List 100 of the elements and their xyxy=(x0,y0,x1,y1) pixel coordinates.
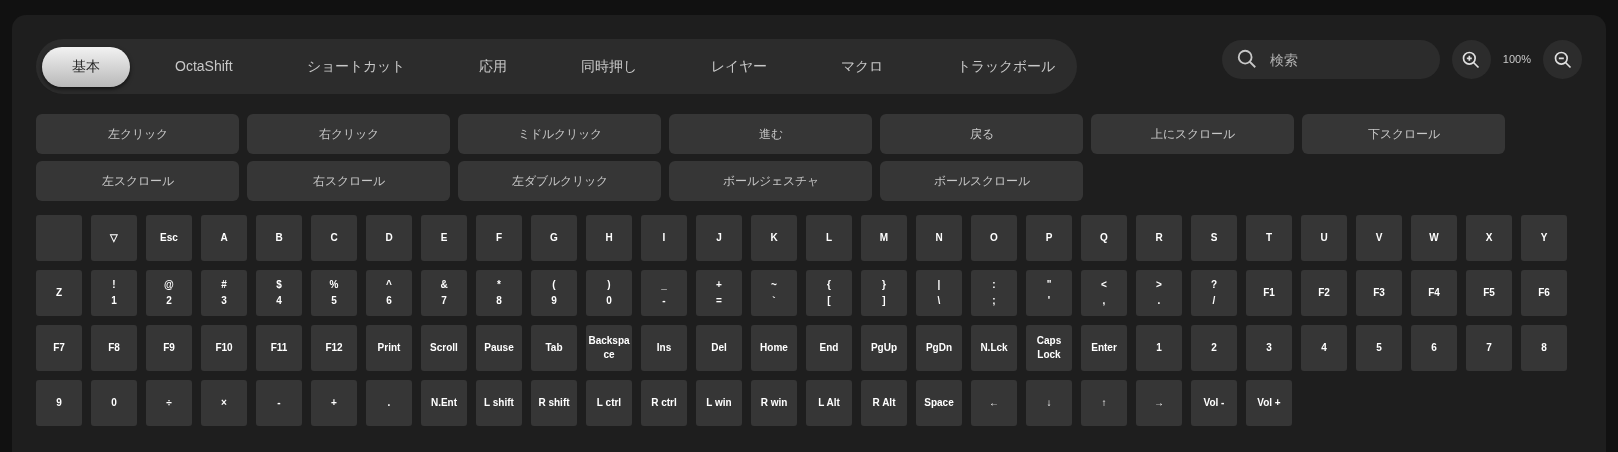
key[interactable]: W xyxy=(1411,215,1457,261)
zoom-out-button[interactable] xyxy=(1543,40,1582,79)
key[interactable]: V xyxy=(1356,215,1402,261)
key[interactable]: ← xyxy=(971,380,1017,426)
tab[interactable]: レイヤー xyxy=(673,46,804,87)
tab[interactable]: 応用 xyxy=(441,46,544,87)
key[interactable]: L Alt xyxy=(806,380,852,426)
key[interactable]: L shift xyxy=(476,380,522,426)
key[interactable]: ↑ xyxy=(1081,380,1127,426)
key[interactable]: F2 xyxy=(1301,270,1347,316)
key[interactable]: ↓ xyxy=(1026,380,1072,426)
mouse-action-button[interactable]: 左クリック xyxy=(36,114,239,154)
key[interactable]: Print xyxy=(366,325,412,371)
tab[interactable]: ショートカット xyxy=(269,46,442,87)
mouse-action-button[interactable]: ミドルクリック xyxy=(458,114,661,154)
key[interactable]: I xyxy=(641,215,687,261)
key[interactable]: Backspace xyxy=(586,325,632,371)
key[interactable]: D xyxy=(366,215,412,261)
key[interactable]: M xyxy=(861,215,907,261)
key[interactable]: Tab xyxy=(531,325,577,371)
key[interactable]: : ; xyxy=(971,270,1017,316)
key[interactable]: F4 xyxy=(1411,270,1457,316)
key[interactable]: 7 xyxy=(1466,325,1512,371)
key[interactable]: - xyxy=(256,380,302,426)
key[interactable]: Pause xyxy=(476,325,522,371)
key[interactable]: F xyxy=(476,215,522,261)
key[interactable]: ? / xyxy=(1191,270,1237,316)
mouse-action-button[interactable]: ボールスクロール xyxy=(880,161,1083,201)
tab[interactable]: トラックボール xyxy=(919,46,1092,87)
tab[interactable]: OctaShift xyxy=(138,46,270,87)
search-field[interactable]: 検索 xyxy=(1221,40,1440,79)
key[interactable]: | \ xyxy=(916,270,962,316)
key[interactable]: & 7 xyxy=(421,270,467,316)
key[interactable]: " ' xyxy=(1026,270,1072,316)
key[interactable]: . xyxy=(366,380,412,426)
key[interactable]: Enter xyxy=(1081,325,1127,371)
key[interactable]: F11 xyxy=(256,325,302,371)
key[interactable]: 5 xyxy=(1356,325,1402,371)
key[interactable]: $ 4 xyxy=(256,270,302,316)
key[interactable]: Vol - xyxy=(1191,380,1237,426)
key[interactable]: 2 xyxy=(1191,325,1237,371)
key[interactable]: R win xyxy=(751,380,797,426)
key[interactable]: Space xyxy=(916,380,962,426)
key[interactable]: L ctrl xyxy=(586,380,632,426)
key[interactable]: * 8 xyxy=(476,270,522,316)
key[interactable]: Ins xyxy=(641,325,687,371)
key[interactable]: Scroll xyxy=(421,325,467,371)
key[interactable]: PgDn xyxy=(916,325,962,371)
key[interactable]: + xyxy=(311,380,357,426)
zoom-in-button[interactable] xyxy=(1451,40,1491,79)
key[interactable]: ▽ xyxy=(91,215,137,261)
key[interactable]: F6 xyxy=(1521,270,1567,316)
key[interactable]: Y xyxy=(1521,215,1567,261)
key[interactable]: { [ xyxy=(806,270,852,316)
key[interactable]: 3 xyxy=(1246,325,1292,371)
mouse-action-button[interactable]: 左スクロール xyxy=(36,161,239,201)
key[interactable]: 0 xyxy=(91,380,137,426)
key[interactable]: Caps Lock xyxy=(1026,325,1072,371)
key[interactable]: B xyxy=(256,215,302,261)
key[interactable]: X xyxy=(1466,215,1512,261)
key[interactable]: ( 9 xyxy=(531,270,577,316)
key[interactable]: PgUp xyxy=(861,325,907,371)
key[interactable]: + = xyxy=(696,270,742,316)
key[interactable]: F10 xyxy=(201,325,247,371)
key[interactable]: F12 xyxy=(311,325,357,371)
key[interactable]: 1 xyxy=(1136,325,1182,371)
key[interactable]: Del xyxy=(696,325,742,371)
mouse-action-button[interactable]: ボールジェスチャ xyxy=(669,161,872,201)
mouse-action-button[interactable]: 左ダブルクリック xyxy=(458,161,661,201)
key[interactable]: L win xyxy=(696,380,742,426)
key[interactable]: } ] xyxy=(861,270,907,316)
key[interactable]: J xyxy=(696,215,742,261)
key[interactable]: ) 0 xyxy=(586,270,632,316)
key[interactable]: H xyxy=(586,215,632,261)
mouse-action-button[interactable]: 右スクロール xyxy=(247,161,450,201)
mouse-action-button[interactable]: 上にスクロール xyxy=(1091,114,1294,154)
key[interactable]: S xyxy=(1191,215,1237,261)
key[interactable]: Q xyxy=(1081,215,1127,261)
key[interactable]: C xyxy=(311,215,357,261)
key[interactable]: 4 xyxy=(1301,325,1347,371)
mouse-action-button[interactable]: 下スクロール xyxy=(1302,114,1505,154)
mouse-action-button[interactable]: 右クリック xyxy=(247,114,450,154)
key[interactable]: R shift xyxy=(531,380,577,426)
key[interactable]: A xyxy=(201,215,247,261)
key[interactable]: → xyxy=(1136,380,1182,426)
key[interactable]: K xyxy=(751,215,797,261)
key[interactable]: 8 xyxy=(1521,325,1567,371)
key[interactable]: ÷ xyxy=(146,380,192,426)
key[interactable]: L xyxy=(806,215,852,261)
key[interactable]: F5 xyxy=(1466,270,1512,316)
mouse-action-button[interactable]: 進む xyxy=(669,114,872,154)
key[interactable]: Esc xyxy=(146,215,192,261)
tab[interactable]: 基本 xyxy=(42,46,130,87)
key[interactable]: Z xyxy=(36,270,82,316)
key[interactable]: Home xyxy=(751,325,797,371)
mouse-action-button[interactable]: 戻る xyxy=(880,114,1083,154)
key[interactable]: ! 1 xyxy=(91,270,137,316)
key[interactable]: @ 2 xyxy=(146,270,192,316)
key[interactable]: % 5 xyxy=(311,270,357,316)
key[interactable]: T xyxy=(1246,215,1292,261)
